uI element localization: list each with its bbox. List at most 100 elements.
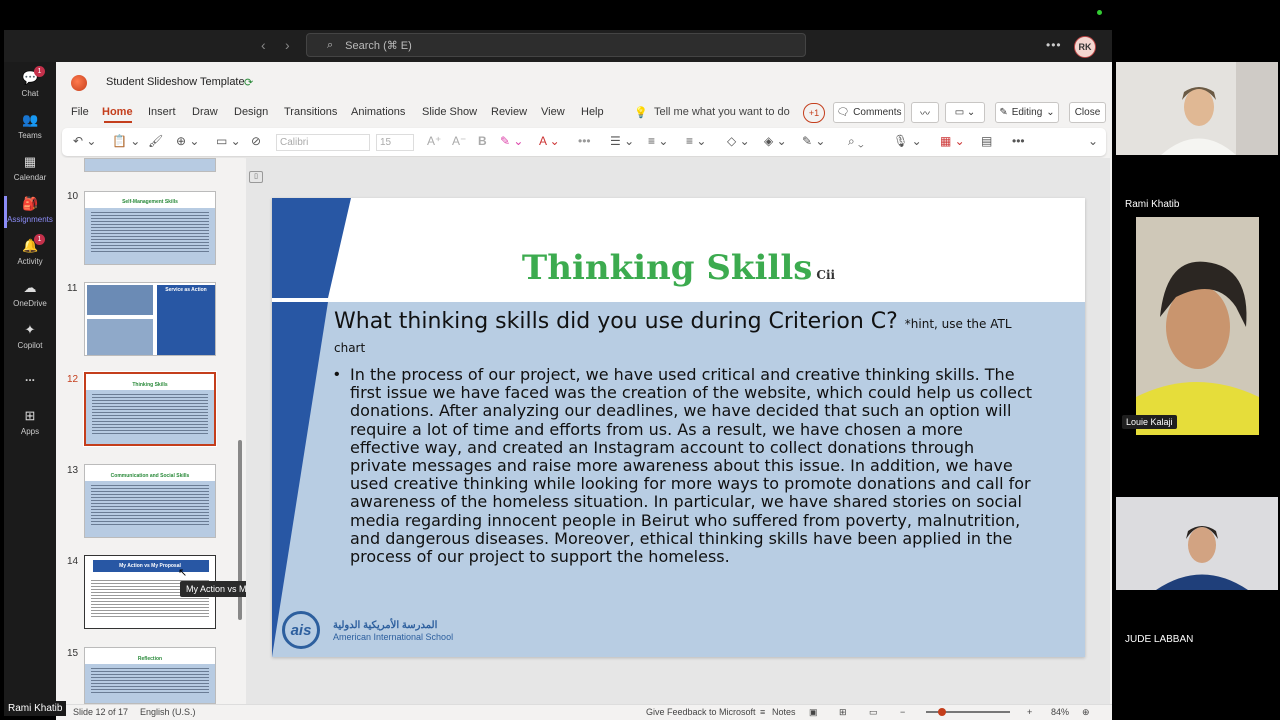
more-commands-icon[interactable]: ••• — [1012, 134, 1025, 148]
thumbnail-title: Thinking Skills — [132, 382, 168, 388]
add-ins-icon[interactable]: ▤ — [981, 134, 992, 148]
shapes-icon[interactable]: ◇ ⌄ — [727, 134, 750, 148]
expand-ribbon-icon[interactable]: ⌄ — [1088, 134, 1098, 148]
shrink-font-icon[interactable]: A⁻ — [452, 134, 466, 148]
participant-video-2[interactable] — [1136, 217, 1259, 435]
document-title[interactable]: Student Slideshow Template — [106, 76, 245, 88]
bold-icon[interactable]: B — [478, 134, 487, 148]
rail-onedrive[interactable]: ☁ OneDrive — [4, 280, 56, 308]
thumbnail-photo — [87, 285, 153, 315]
tell-me-search[interactable]: Tell me what you want to do — [654, 106, 790, 118]
panel-toggle-icon[interactable]: ▯ — [249, 171, 263, 183]
align-icon[interactable]: ≡ ⌄ — [686, 134, 706, 148]
hide-slide-icon[interactable]: ⊘ — [251, 134, 261, 148]
rail-activity[interactable]: 🔔 1 Activity — [4, 234, 56, 266]
forward-arrow-icon[interactable]: › — [285, 37, 290, 53]
menu-review[interactable]: Review — [491, 106, 527, 118]
menu-file[interactable]: File — [71, 106, 89, 118]
menu-transitions[interactable]: Transitions — [284, 106, 337, 118]
pencil-icon: ✎ — [999, 107, 1008, 118]
fit-to-window-icon[interactable]: ⊕ — [1082, 707, 1090, 718]
numbering-icon[interactable]: ≡ ⌄ — [648, 134, 668, 148]
zoom-slider-thumb[interactable] — [938, 708, 946, 716]
school-logo: ais — [282, 611, 320, 649]
slide-thumbnail-11[interactable]: Service as Action — [84, 282, 216, 356]
rail-teams[interactable]: 👥 Teams — [4, 112, 56, 140]
dictate-icon[interactable]: 🎙 ⌄ — [893, 134, 922, 148]
find-icon[interactable]: ⌕ ⌄ — [848, 134, 864, 149]
notes-icon[interactable]: ≡ — [760, 707, 765, 717]
new-slide-icon[interactable]: ⊕ ⌄ — [176, 134, 199, 148]
comments-button[interactable]: 🗨 Comments — [833, 102, 905, 123]
designer-icon[interactable]: ▦ ⌄ — [940, 134, 965, 148]
feedback-link[interactable]: Give Feedback to Microsoft — [646, 707, 756, 717]
undo-icon[interactable]: ↶ ⌄ — [73, 134, 96, 148]
shape-fill-icon[interactable]: ◈ ⌄ — [764, 134, 787, 148]
slide-thumbnail-10[interactable]: Self-Management Skills — [84, 191, 216, 265]
calendar-icon: ▦ — [23, 154, 37, 169]
bullets-icon[interactable]: ☰ ⌄ — [610, 134, 634, 148]
slide-thumbnail-12[interactable]: Thinking Skills — [83, 371, 217, 447]
menu-animations[interactable]: Animations — [351, 106, 405, 118]
paste-icon[interactable]: 📋 ⌄ — [112, 134, 140, 148]
normal-view-icon[interactable]: ▣ — [809, 707, 818, 718]
rail-copilot[interactable]: ✦ Copilot — [4, 322, 56, 350]
menu-design[interactable]: Design — [234, 106, 268, 118]
back-arrow-icon[interactable]: ‹ — [261, 37, 266, 53]
slide-thumbnail-15[interactable]: Reflection — [84, 647, 216, 704]
participant-name-tag: Louie Kalaji — [1122, 415, 1177, 429]
more-font-options-icon[interactable]: ••• — [578, 134, 591, 148]
format-painter-icon[interactable]: 🖌 — [148, 134, 163, 148]
present-icon: ▭ ⌄ — [954, 107, 976, 118]
teams-icon: 👥 — [22, 112, 39, 127]
add-app-icon: ⊞ — [24, 408, 36, 423]
more-options-icon[interactable]: ••• — [1046, 38, 1062, 52]
close-button[interactable]: Close — [1069, 102, 1106, 123]
slide-sorter-icon[interactable]: ⊞ — [839, 707, 847, 718]
zoom-level[interactable]: 84% — [1051, 707, 1069, 717]
present-button[interactable]: ▭ ⌄ — [945, 102, 985, 123]
slide-title[interactable]: Thinking Skills Cii — [272, 248, 1085, 288]
rail-assignments[interactable]: 🎒 Assignments — [4, 196, 56, 224]
slide-thumbnail-9[interactable] — [84, 158, 216, 172]
font-color-icon[interactable]: A ⌄ — [539, 134, 560, 148]
catch-up-button[interactable]: 〰 — [911, 102, 939, 123]
rail-apps[interactable]: ⊞ Apps — [4, 408, 56, 436]
reading-view-icon[interactable]: ▭ — [869, 707, 878, 718]
slide-thumbnail-13[interactable]: Communication and Social Skills — [84, 464, 216, 538]
font-size-select[interactable]: 15 — [376, 134, 414, 151]
slide-bullet-text[interactable]: In the process of our project, we have u… — [334, 365, 1034, 566]
menu-help[interactable]: Help — [581, 106, 604, 118]
activity-wave-icon: 〰 — [920, 109, 930, 120]
menu-home[interactable]: Home — [102, 106, 133, 118]
editing-label: Editing — [1011, 107, 1043, 118]
shape-outline-icon[interactable]: ✎ ⌄ — [802, 134, 825, 148]
notes-button[interactable]: Notes — [772, 707, 796, 717]
menu-insert[interactable]: Insert — [148, 106, 176, 118]
menu-slide-show[interactable]: Slide Show — [422, 106, 477, 118]
font-name-select[interactable]: Calibri — [276, 134, 370, 151]
editing-mode-button[interactable]: ✎ Editing ⌄ — [995, 102, 1059, 123]
language-status[interactable]: English (U.S.) — [140, 707, 196, 717]
grow-font-icon[interactable]: A⁺ — [427, 134, 441, 148]
thumbnail-photo — [87, 319, 153, 355]
slide-question[interactable]: What thinking skills did you use during … — [334, 310, 1034, 358]
search-input[interactable]: ⌕ Search (⌘ E) — [306, 33, 806, 57]
highlight-icon[interactable]: ✎ ⌄ — [500, 134, 523, 148]
rail-chat[interactable]: 💬 1 Chat — [4, 66, 56, 98]
layout-icon[interactable]: ▭ ⌄ — [216, 134, 241, 148]
zoom-in-icon[interactable]: + — [1027, 707, 1032, 717]
menu-draw[interactable]: Draw — [192, 106, 218, 118]
collaborator-count[interactable]: +1 — [803, 103, 825, 123]
avatar[interactable]: RK — [1074, 36, 1096, 58]
search-placeholder: Search (⌘ E) — [345, 39, 412, 52]
menu-view[interactable]: View — [541, 106, 565, 118]
participant-video-image — [1116, 497, 1278, 590]
participant-video-1[interactable] — [1116, 62, 1278, 155]
participant-video-3[interactable] — [1116, 497, 1278, 590]
activity-badge: 1 — [34, 234, 45, 245]
thumbnail-number: 14 — [67, 556, 79, 567]
zoom-out-icon[interactable]: − — [900, 707, 905, 717]
rail-more[interactable]: ... — [4, 370, 56, 384]
rail-calendar[interactable]: ▦ Calendar — [4, 154, 56, 182]
